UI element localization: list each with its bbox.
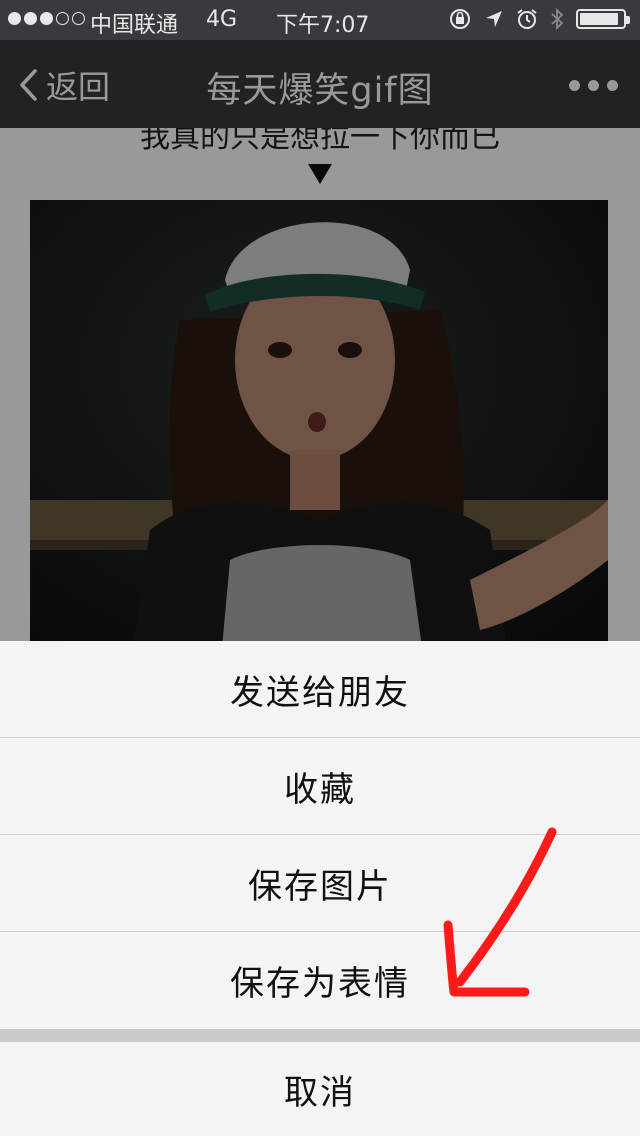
battery-icon bbox=[576, 9, 630, 29]
bluetooth-icon bbox=[551, 7, 564, 31]
favorite-button[interactable]: 收藏 bbox=[0, 738, 640, 835]
status-bar: 中国联通 4G 下午7:07 bbox=[0, 0, 640, 40]
phone-screen: 中国联通 4G 下午7:07 返回 每天爆笑gif图 我真的只是想拉一下你而已 … bbox=[0, 0, 640, 1136]
signal-strength-icon bbox=[8, 12, 85, 25]
action-sheet-separator bbox=[0, 1029, 640, 1042]
send-to-friend-button[interactable]: 发送给朋友 bbox=[0, 641, 640, 738]
save-image-button[interactable]: 保存图片 bbox=[0, 835, 640, 932]
status-time: 下午7:07 bbox=[276, 13, 370, 38]
action-sheet: 发送给朋友 收藏 保存图片 保存为表情 取消 bbox=[0, 641, 640, 1136]
carrier-name: 中国联通 bbox=[90, 13, 179, 38]
status-icons bbox=[448, 7, 630, 31]
rotation-lock-icon bbox=[450, 9, 470, 29]
location-arrow-icon bbox=[486, 11, 502, 27]
action-sheet-options: 发送给朋友 收藏 保存图片 保存为表情 bbox=[0, 641, 640, 1029]
network-type: 4G bbox=[206, 7, 238, 32]
cancel-button[interactable]: 取消 bbox=[0, 1042, 640, 1136]
save-as-sticker-button[interactable]: 保存为表情 bbox=[0, 932, 640, 1029]
alarm-clock-icon bbox=[517, 9, 537, 29]
